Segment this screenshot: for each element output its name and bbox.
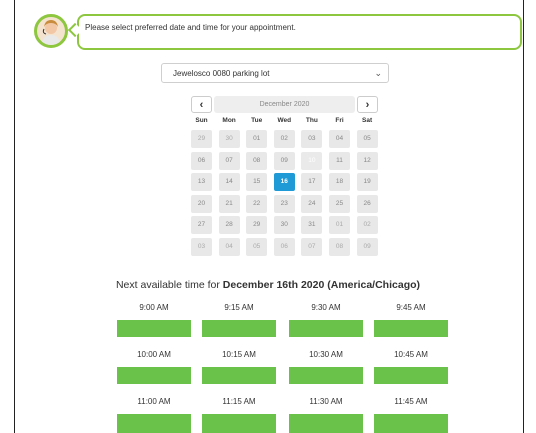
- time-slot-button[interactable]: [374, 414, 448, 433]
- time-slot-label: 10:15 AM: [222, 350, 256, 359]
- time-slot-button[interactable]: [289, 414, 363, 433]
- calendar-day[interactable]: 18: [329, 173, 350, 191]
- calendar-day[interactable]: 16: [273, 173, 295, 191]
- calendar-day[interactable]: 17: [301, 173, 323, 191]
- time-slot-label: 10:30 AM: [309, 350, 343, 359]
- calendar-day[interactable]: 08: [329, 237, 350, 256]
- time-slot-button[interactable]: [117, 367, 191, 384]
- chat-bubble: [77, 14, 522, 50]
- calendar-day[interactable]: 01: [329, 216, 350, 234]
- calendar-day[interactable]: 30: [273, 216, 295, 234]
- time-slot-button[interactable]: [289, 367, 363, 384]
- calendar-day[interactable]: 04: [329, 130, 350, 148]
- calendar-day[interactable]: 21: [218, 194, 240, 213]
- calendar-day[interactable]: 13: [191, 173, 212, 191]
- calendar-day[interactable]: 03: [301, 130, 323, 148]
- time-slot-label: 9:15 AM: [224, 303, 254, 312]
- calendar-day[interactable]: 07: [301, 237, 323, 256]
- weekday-label: Fri: [335, 117, 344, 124]
- calendar-day[interactable]: 22: [246, 194, 268, 213]
- chevron-down-icon: ⌄: [374, 68, 382, 78]
- calendar-day[interactable]: 04: [218, 237, 240, 256]
- calendar-day[interactable]: 23: [273, 194, 295, 213]
- calendar-day[interactable]: 02: [356, 216, 378, 234]
- calendar-day[interactable]: 29: [246, 216, 268, 234]
- time-slot-button[interactable]: [117, 414, 191, 433]
- calendar-day[interactable]: 07: [218, 151, 240, 170]
- time-slot-button[interactable]: [374, 320, 448, 337]
- next-available-prefix: Next available time for: [115, 279, 223, 291]
- calendar-day[interactable]: 20: [191, 194, 212, 213]
- calendar-day[interactable]: 06: [191, 151, 212, 170]
- calendar-day[interactable]: 03: [191, 237, 212, 256]
- time-slot-label: 11:15 AM: [222, 397, 256, 406]
- calendar-month-label[interactable]: December 2020: [214, 96, 355, 113]
- time-slot-label: 9:00 AM: [139, 303, 169, 312]
- calendar-day[interactable]: 02: [273, 130, 295, 148]
- next-available-title: Next available time for December 16th 20…: [0, 279, 536, 291]
- calendar-day[interactable]: 06: [273, 237, 295, 256]
- agent-avatar: [34, 14, 68, 48]
- time-slot-button[interactable]: [117, 320, 191, 337]
- weekday-label: Wed: [277, 117, 292, 124]
- weekday-label: Mon: [222, 117, 236, 124]
- calendar-day[interactable]: 25: [329, 194, 350, 213]
- calendar-day[interactable]: 14: [218, 173, 240, 191]
- weekday-label: Sat: [362, 117, 373, 124]
- time-slot-label: 11:30 AM: [309, 397, 343, 406]
- time-slot-label: 11:00 AM: [137, 397, 171, 406]
- time-slot-button[interactable]: [202, 414, 276, 433]
- calendar-next-button[interactable]: ›: [357, 96, 378, 113]
- time-slot-button[interactable]: [289, 320, 363, 337]
- calendar-day[interactable]: 09: [273, 151, 295, 170]
- calendar-day[interactable]: 12: [356, 151, 378, 170]
- time-slot-button[interactable]: [202, 320, 276, 337]
- calendar-day[interactable]: 01: [246, 130, 268, 148]
- calendar-prev-button[interactable]: ‹: [191, 96, 212, 113]
- time-slot-label: 11:45 AM: [394, 397, 428, 406]
- calendar-day[interactable]: 24: [301, 194, 323, 213]
- time-slot-label: 10:00 AM: [137, 350, 171, 359]
- calendar-day[interactable]: 19: [356, 173, 378, 191]
- calendar-day-grid: 29 30 01 02 03 04 05 06 07 08 09 10 11 12 13 14 15 16 17 18…: [191, 130, 378, 256]
- calendar-day[interactable]: 28: [218, 216, 240, 234]
- weekday-label: Thu: [305, 117, 318, 124]
- time-slot-label: 9:30 AM: [311, 303, 341, 312]
- calendar-day[interactable]: 30: [218, 130, 240, 148]
- calendar-day[interactable]: 10: [301, 151, 323, 170]
- time-slot-label: 9:45 AM: [396, 303, 426, 312]
- next-available-date: December 16th 2020 (America/Chicago): [222, 279, 421, 291]
- calendar-day[interactable]: 29: [191, 130, 212, 148]
- calendar-day[interactable]: 26: [356, 194, 378, 213]
- location-select[interactable]: Jewelosco 0080 parking lot ⌄: [161, 63, 389, 83]
- weekday-label: Tue: [251, 117, 263, 124]
- calendar-day[interactable]: 15: [246, 173, 268, 191]
- agent-avatar-icon: [41, 20, 61, 45]
- calendar-day[interactable]: 27: [191, 216, 212, 234]
- weekday-label: Sun: [195, 117, 208, 124]
- calendar-day[interactable]: 31: [301, 216, 323, 234]
- time-slot-label: 10:45 AM: [394, 350, 428, 359]
- time-slot-button[interactable]: [374, 367, 448, 384]
- calendar-day[interactable]: 09: [356, 237, 378, 256]
- time-slot-button[interactable]: [202, 367, 276, 384]
- calendar-day[interactable]: 05: [246, 237, 268, 256]
- location-select-value: Jewelosco 0080 parking lot: [173, 69, 270, 78]
- calendar-day[interactable]: 08: [246, 151, 268, 170]
- calendar-day[interactable]: 11: [329, 151, 350, 170]
- calendar-day[interactable]: 05: [356, 130, 378, 148]
- chat-message: Please select preferred date and time fo…: [85, 23, 296, 32]
- calendar-weekday-header: Sun Mon Tue Wed Thu Fri Sat: [191, 117, 378, 126]
